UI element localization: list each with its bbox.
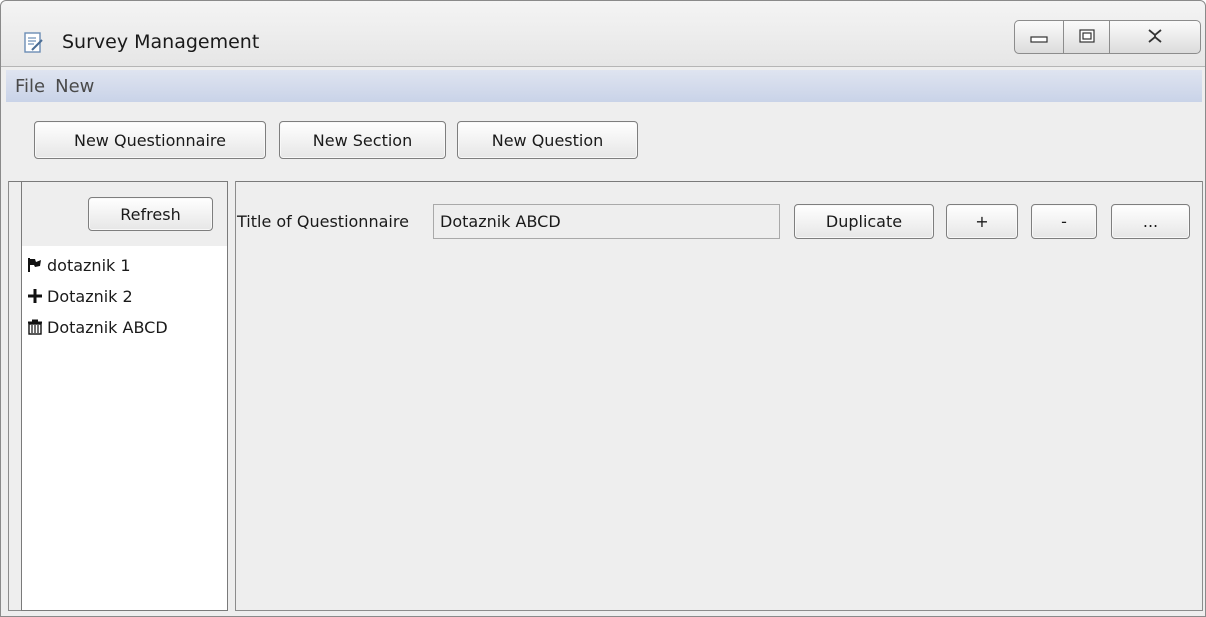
- new-questionnaire-button[interactable]: New Questionnaire: [34, 121, 266, 159]
- window-controls: [1014, 20, 1201, 54]
- tree-item-dotaznik-2[interactable]: Dotaznik 2: [26, 285, 168, 307]
- add-button[interactable]: +: [946, 204, 1018, 239]
- panel-splitter[interactable]: [228, 181, 236, 611]
- refresh-button[interactable]: Refresh: [88, 197, 213, 231]
- tree-item-label: dotaznik 1: [47, 255, 131, 275]
- app-notepad-icon: [24, 32, 44, 54]
- plus-icon: [26, 287, 44, 305]
- title-of-questionnaire-label: Title of Questionnaire: [237, 212, 409, 231]
- close-button[interactable]: [1110, 20, 1201, 54]
- trash-icon: [26, 318, 44, 336]
- questionnaire-list-panel: Refresh dotaznik 1 Dotaznik 2 Dotaznik A…: [21, 181, 228, 611]
- duplicate-button[interactable]: Duplicate: [794, 204, 934, 239]
- minimize-button[interactable]: [1014, 20, 1064, 54]
- new-question-button[interactable]: New Question: [457, 121, 638, 159]
- maximize-button[interactable]: [1064, 20, 1110, 54]
- menu-file[interactable]: File: [10, 76, 50, 97]
- title-bar[interactable]: Survey Management: [1, 1, 1205, 67]
- window-title: Survey Management: [62, 31, 260, 53]
- tree-item-dotaznik-1[interactable]: dotaznik 1: [26, 254, 168, 276]
- tree-item-label: Dotaznik ABCD: [47, 317, 168, 337]
- close-icon: [1147, 28, 1163, 47]
- menu-bar: File New: [6, 70, 1202, 102]
- menu-new[interactable]: New: [50, 76, 99, 97]
- tree-item-label: Dotaznik 2: [47, 286, 133, 306]
- content-border-left: [8, 181, 9, 611]
- maximize-icon: [1078, 28, 1095, 47]
- tree-item-dotaznik-abcd[interactable]: Dotaznik ABCD: [26, 316, 168, 338]
- content-border-right: [1202, 181, 1203, 611]
- questionnaire-title-input[interactable]: [433, 204, 780, 239]
- flag-icon: [26, 256, 44, 274]
- questionnaire-tree: dotaznik 1 Dotaznik 2 Dotaznik ABCD: [26, 254, 168, 347]
- minimize-icon: [1030, 28, 1048, 47]
- remove-button[interactable]: -: [1031, 204, 1097, 239]
- more-options-button[interactable]: ...: [1111, 204, 1190, 239]
- new-section-button[interactable]: New Section: [279, 121, 446, 159]
- application-window: Survey Management File New New Questionn…: [0, 0, 1206, 617]
